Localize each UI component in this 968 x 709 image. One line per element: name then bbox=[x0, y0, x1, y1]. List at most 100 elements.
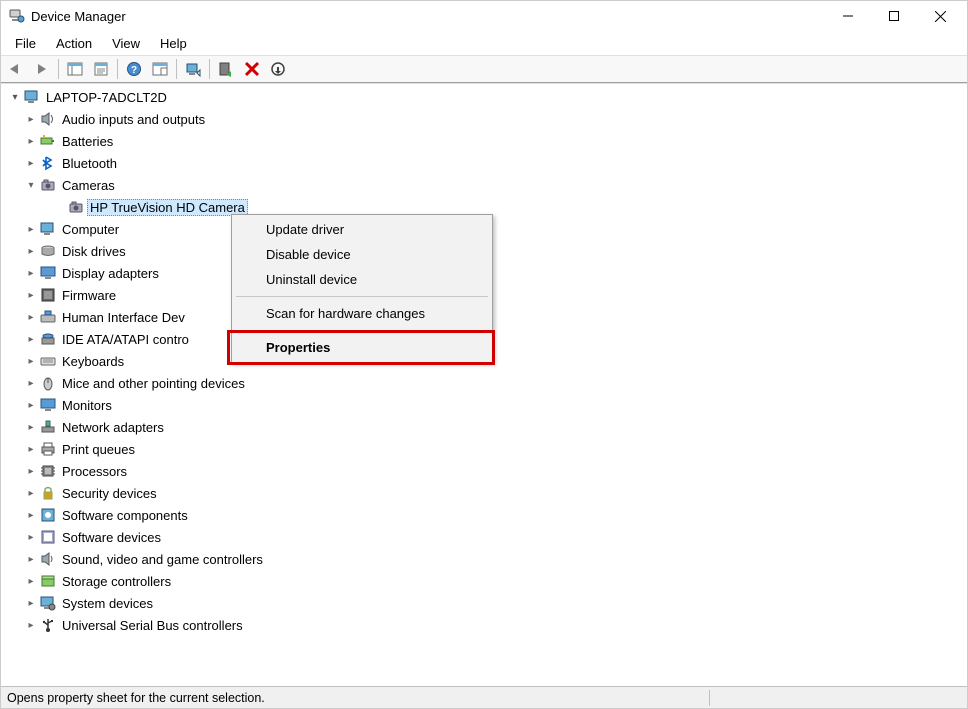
tree-category-label: System devices bbox=[59, 595, 156, 612]
tree-category[interactable]: ▸ Print queues bbox=[3, 438, 967, 460]
tree-category[interactable]: ▾ Cameras bbox=[3, 174, 967, 196]
tree-category[interactable]: ▸Universal Serial Bus controllers bbox=[3, 614, 967, 636]
chevron-right-icon[interactable]: ▸ bbox=[23, 309, 39, 325]
app-icon bbox=[9, 8, 25, 24]
window-controls bbox=[825, 1, 963, 31]
device-tree[interactable]: ▾ LAPTOP-7ADCLT2D ▸Audio inputs and outp… bbox=[1, 83, 967, 686]
toolbar: ? bbox=[1, 55, 967, 83]
close-button[interactable] bbox=[917, 1, 963, 31]
chevron-down-icon[interactable]: ▾ bbox=[23, 177, 39, 193]
tree-category[interactable]: ▸Software devices bbox=[3, 526, 967, 548]
chevron-right-icon[interactable]: ▸ bbox=[23, 353, 39, 369]
chevron-right-icon[interactable]: ▸ bbox=[23, 221, 39, 237]
chevron-down-icon[interactable]: ▾ bbox=[7, 89, 23, 105]
battery-icon bbox=[39, 133, 57, 149]
tree-category-label: Network adapters bbox=[59, 419, 167, 436]
chevron-right-icon[interactable]: ▸ bbox=[23, 441, 39, 457]
toolbar-properties-button[interactable] bbox=[89, 57, 113, 81]
tree-category-label: Computer bbox=[59, 221, 122, 238]
maximize-button[interactable] bbox=[871, 1, 917, 31]
keyboard-icon bbox=[39, 353, 57, 369]
chevron-right-icon[interactable]: ▸ bbox=[23, 617, 39, 633]
statusbar: Opens property sheet for the current sel… bbox=[1, 686, 967, 708]
chevron-right-icon[interactable]: ▸ bbox=[23, 397, 39, 413]
tree-category[interactable]: ▸Storage controllers bbox=[3, 570, 967, 592]
context-menu-separator bbox=[236, 296, 488, 297]
chevron-right-icon[interactable]: ▸ bbox=[23, 419, 39, 435]
tree-category[interactable]: ▸Processors bbox=[3, 460, 967, 482]
system-icon bbox=[39, 595, 57, 611]
context-menu-item[interactable]: Disable device bbox=[234, 242, 490, 267]
context-menu-item[interactable]: Properties bbox=[234, 335, 490, 360]
tree-category[interactable]: ▸Audio inputs and outputs bbox=[3, 108, 967, 130]
ide-icon bbox=[39, 331, 57, 347]
tree-category-label: Cameras bbox=[59, 177, 118, 194]
tree-category[interactable]: ▸ Sound, video and game controllers bbox=[3, 548, 967, 570]
cpu-icon bbox=[39, 463, 57, 479]
chevron-right-icon[interactable]: ▸ bbox=[23, 485, 39, 501]
chevron-right-icon[interactable]: ▸ bbox=[23, 551, 39, 567]
toolbar-console-tree-button[interactable] bbox=[63, 57, 87, 81]
tree-category-label: Human Interface Dev bbox=[59, 309, 188, 326]
chevron-right-icon[interactable]: ▸ bbox=[23, 111, 39, 127]
chevron-right-icon[interactable]: ▸ bbox=[23, 595, 39, 611]
toolbar-scan-hardware-button[interactable] bbox=[266, 57, 290, 81]
chevron-right-icon[interactable]: ▸ bbox=[23, 529, 39, 545]
firmware-icon bbox=[39, 287, 57, 303]
chevron-right-icon[interactable]: ▸ bbox=[23, 243, 39, 259]
tree-category[interactable]: ▸Mice and other pointing devices bbox=[3, 372, 967, 394]
chevron-right-icon[interactable]: ▸ bbox=[23, 155, 39, 171]
tree-category[interactable]: ▸ Security devices bbox=[3, 482, 967, 504]
tree-category[interactable]: ▸Monitors bbox=[3, 394, 967, 416]
tree-category[interactable]: ▸ Network adapters bbox=[3, 416, 967, 438]
toolbar-help-button[interactable]: ? bbox=[122, 57, 146, 81]
chevron-right-icon[interactable]: ▸ bbox=[23, 331, 39, 347]
printer-icon bbox=[39, 441, 57, 457]
chevron-right-icon[interactable]: ▸ bbox=[23, 463, 39, 479]
sound-icon bbox=[39, 551, 57, 567]
toolbar-enable-device-button[interactable] bbox=[214, 57, 238, 81]
menu-file[interactable]: File bbox=[5, 34, 46, 53]
disk-icon bbox=[39, 243, 57, 259]
toolbar-update-driver-button[interactable] bbox=[181, 57, 205, 81]
toolbar-forward-button[interactable] bbox=[30, 57, 54, 81]
toolbar-back-button[interactable] bbox=[4, 57, 28, 81]
menu-action[interactable]: Action bbox=[46, 34, 102, 53]
tree-root[interactable]: ▾ LAPTOP-7ADCLT2D bbox=[3, 86, 967, 108]
swdev-icon bbox=[39, 529, 57, 545]
tree-category[interactable]: ▸ Bluetooth bbox=[3, 152, 967, 174]
tree-category-label: Security devices bbox=[59, 485, 160, 502]
toolbar-action-button[interactable] bbox=[148, 57, 172, 81]
tree-device-label: HP TrueVision HD Camera bbox=[87, 199, 248, 216]
statusbar-text: Opens property sheet for the current sel… bbox=[7, 691, 705, 705]
context-menu-item[interactable]: Scan for hardware changes bbox=[234, 301, 490, 326]
tree-category-label: Sound, video and game controllers bbox=[59, 551, 266, 568]
chevron-right-icon[interactable]: ▸ bbox=[23, 287, 39, 303]
titlebar: Device Manager bbox=[1, 1, 967, 31]
storage-icon bbox=[39, 573, 57, 589]
tree-category[interactable]: ▸Software components bbox=[3, 504, 967, 526]
computer-icon bbox=[39, 221, 57, 237]
menu-help[interactable]: Help bbox=[150, 34, 197, 53]
context-menu-item[interactable]: Uninstall device bbox=[234, 267, 490, 292]
chevron-right-icon[interactable]: ▸ bbox=[23, 573, 39, 589]
toolbar-uninstall-button[interactable] bbox=[240, 57, 264, 81]
minimize-button[interactable] bbox=[825, 1, 871, 31]
tree-category[interactable]: ▸Batteries bbox=[3, 130, 967, 152]
camera-icon bbox=[39, 177, 57, 193]
tree-category[interactable]: ▸ System devices bbox=[3, 592, 967, 614]
tree-category-label: Print queues bbox=[59, 441, 138, 458]
chevron-right-icon[interactable]: ▸ bbox=[23, 133, 39, 149]
menu-view[interactable]: View bbox=[102, 34, 150, 53]
hid-icon bbox=[39, 309, 57, 325]
monitor-icon bbox=[39, 397, 57, 413]
context-menu: Update driverDisable deviceUninstall dev… bbox=[231, 214, 493, 363]
tree-category-label: Firmware bbox=[59, 287, 119, 304]
context-menu-item[interactable]: Update driver bbox=[234, 217, 490, 242]
toolbar-separator bbox=[209, 59, 210, 79]
tree-category-label: Bluetooth bbox=[59, 155, 120, 172]
chevron-right-icon[interactable]: ▸ bbox=[23, 507, 39, 523]
chevron-right-icon[interactable]: ▸ bbox=[23, 375, 39, 391]
chevron-right-icon[interactable]: ▸ bbox=[23, 265, 39, 281]
window-title: Device Manager bbox=[31, 9, 126, 24]
